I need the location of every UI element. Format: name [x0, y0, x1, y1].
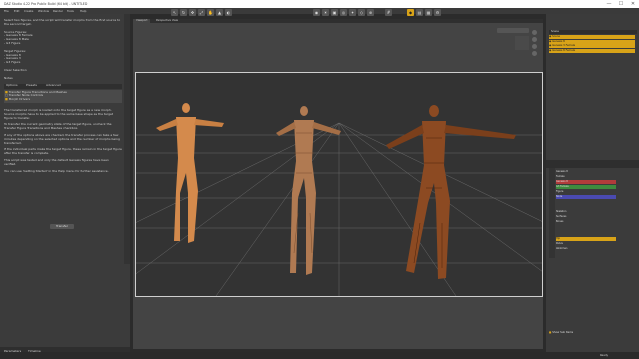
- viewport-tabbar: Viewport Perspective View: [133, 19, 543, 23]
- scene-row[interactable]: ◉ Genesis 3 Female: [549, 44, 635, 48]
- render-settings-icon[interactable]: ⚙: [434, 9, 441, 16]
- show-sub-items-toggle[interactable]: ■ Show Sub Items: [549, 331, 573, 334]
- menu-create[interactable]: Create: [24, 9, 33, 13]
- select-icon[interactable]: ↖: [171, 9, 178, 16]
- tab-perspective[interactable]: Perspective View: [153, 19, 181, 23]
- show-sub-items-label: Show Sub Items: [552, 331, 574, 334]
- tree-row[interactable]: Female: [556, 175, 616, 179]
- scene-row-label: Scene: [552, 35, 561, 38]
- zoom-icon[interactable]: [532, 44, 537, 49]
- tab-viewport[interactable]: Viewport: [133, 19, 151, 23]
- clear-selection-link[interactable]: Clear Selection: [4, 68, 122, 73]
- grid-icon[interactable]: #: [385, 9, 392, 16]
- rotate-icon[interactable]: ↻: [180, 9, 187, 16]
- aux-viewport-icon[interactable]: ▦: [425, 9, 432, 16]
- camera-icon[interactable]: ◉: [313, 9, 320, 16]
- menu-file[interactable]: File: [4, 9, 9, 13]
- title-bar: DAZ Studio 4.22 Pro Public Build (64 bit…: [0, 0, 639, 8]
- scene-row[interactable]: ◉ Scene: [549, 35, 635, 39]
- help-paragraph: If the individual parts make the target …: [4, 147, 123, 156]
- pose-icon[interactable]: ✋: [207, 9, 214, 16]
- menu-help[interactable]: Help: [80, 9, 86, 13]
- scale-icon[interactable]: ⤢: [198, 9, 205, 16]
- iray-icon[interactable]: ✦: [349, 9, 356, 16]
- status-bar: Ready: [0, 352, 639, 359]
- scene-panel: Scene: [546, 14, 639, 354]
- menu-edit[interactable]: Edit: [14, 9, 19, 13]
- menu-render[interactable]: Render: [53, 9, 63, 13]
- tree-row[interactable]: Genesis 8: [556, 170, 616, 174]
- side-tabs[interactable]: [124, 14, 130, 264]
- scene-row[interactable]: ◉ Genesis 8: [549, 39, 635, 44]
- render-frame-border: [135, 72, 543, 297]
- render-icon[interactable]: ▣: [331, 9, 338, 16]
- status-text: Ready: [600, 353, 609, 357]
- camera-dropdown[interactable]: [497, 28, 529, 33]
- maximize-button[interactable]: ☐: [615, 0, 627, 8]
- intro-text: Select two figures, and the script will …: [4, 18, 122, 26]
- pan-icon[interactable]: [532, 37, 537, 42]
- tree-row[interactable]: Bones: [556, 220, 616, 224]
- frame-icon[interactable]: [532, 51, 537, 56]
- options-list: ■ Transfer Figure Transitions and Meshes…: [4, 89, 122, 103]
- layout-icon[interactable]: ▤: [416, 9, 423, 16]
- scene-row[interactable]: ◉ Genesis 8 Female: [549, 48, 635, 53]
- tree-row[interactable]: Surfaces: [556, 215, 616, 219]
- translate-icon[interactable]: ✥: [189, 9, 196, 16]
- help-paragraph: You can use 'Getting Started' in the Hel…: [4, 168, 109, 173]
- option-row[interactable]: ■ Morph Drivers: [5, 97, 121, 102]
- view-cube-icon[interactable]: [515, 36, 529, 50]
- scene-row-label: Genesis 8: [552, 39, 565, 43]
- active-tool-icon[interactable]: ◆: [407, 9, 414, 16]
- node-icon[interactable]: ◇: [358, 9, 365, 16]
- script-panel: Select two figures, and the script will …: [0, 14, 130, 349]
- tree-row[interactable]: Abdomen: [556, 247, 616, 251]
- option-label: Morph Drivers: [8, 97, 31, 102]
- notes-header: Notes: [4, 75, 13, 80]
- help-paragraph: The transferred morph is loaded onto the…: [4, 107, 114, 120]
- tree-row[interactable]: Node: [556, 195, 616, 199]
- script-body: Select two figures, and the script will …: [4, 18, 123, 173]
- spot-render-icon[interactable]: ◎: [340, 9, 347, 16]
- right-side-tabs[interactable]: [549, 168, 555, 258]
- target-item[interactable]: - G3 Figure: [4, 60, 122, 65]
- help-paragraph: If any of the options above are checked,…: [4, 132, 121, 145]
- tree-row-selected[interactable]: Hip: [556, 237, 616, 241]
- scene-row-label: Genesis 8 Female: [552, 48, 576, 52]
- transfer-button[interactable]: Transfer: [50, 224, 74, 229]
- tree-row[interactable]: Figure: [556, 190, 616, 194]
- menu-tools[interactable]: Tools: [67, 9, 74, 13]
- scene-row-label: Genesis 3 Female: [552, 44, 576, 47]
- tab-advanced[interactable]: Advanced: [46, 83, 61, 88]
- right-subtabbar[interactable]: [546, 160, 639, 168]
- scene-header: Scene: [549, 30, 637, 34]
- help-paragraph: This script was tested and only the defa…: [4, 157, 110, 166]
- minimize-button[interactable]: —: [603, 0, 615, 8]
- tree-row[interactable]: Skeleton: [556, 210, 616, 214]
- close-button[interactable]: ✕: [627, 0, 639, 8]
- joint-editor-icon[interactable]: ⊕: [367, 9, 374, 16]
- menu-window[interactable]: Window: [38, 9, 49, 13]
- light-icon[interactable]: ☀: [322, 9, 329, 16]
- orbit-icon[interactable]: [532, 30, 537, 35]
- options-tabbar: Options Presets Advanced: [4, 83, 122, 89]
- surface-icon[interactable]: ◐: [225, 9, 232, 16]
- tab-presets[interactable]: Presets: [26, 83, 37, 88]
- tree-row[interactable]: Pelvis: [556, 242, 616, 246]
- tab-options[interactable]: Options: [6, 83, 18, 88]
- viewport-nav-icons[interactable]: [532, 30, 537, 64]
- help-paragraph: To transfer the current geometry state o…: [4, 122, 113, 131]
- tree-row[interactable]: G3 Female: [556, 185, 616, 189]
- geometry-icon[interactable]: ▲: [216, 9, 223, 16]
- source-item[interactable]: - G3 Figure: [4, 41, 122, 46]
- tree-row[interactable]: Genesis 8: [556, 180, 616, 184]
- window-title: DAZ Studio 4.22 Pro Public Build (64 bit…: [4, 1, 88, 6]
